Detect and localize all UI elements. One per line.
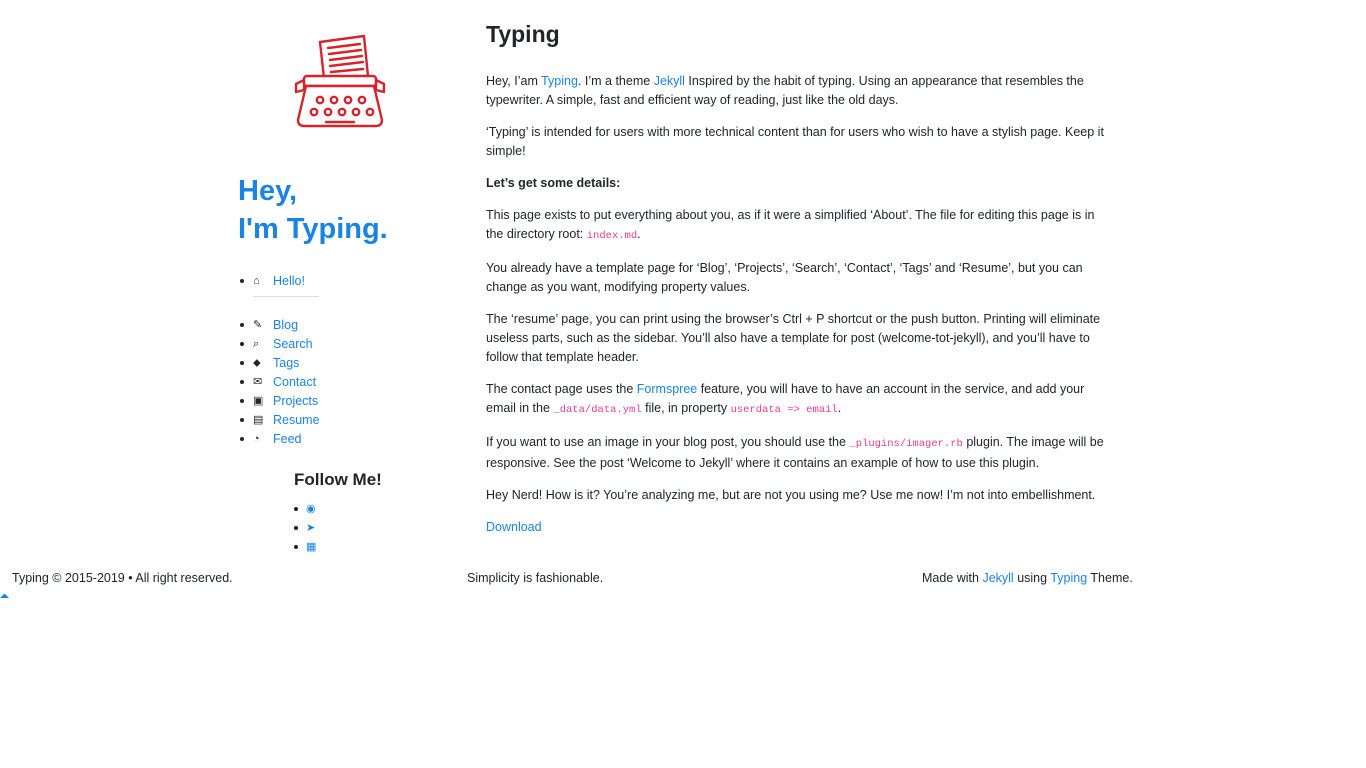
jekyll-link[interactable]: Jekyll [654,74,685,88]
home-icon: ⌂ [253,275,260,287]
footer-credits: Made with Jekyll using Typing Theme. [922,570,1133,587]
intro-paragraph: Hey, I’am Typing. I’m a theme Jekyll Ins… [486,72,1108,110]
formspree-link[interactable]: Formspree [637,382,697,396]
code-imager-rb: _plugins/imager.rb [849,438,963,450]
nav-item-projects[interactable]: ▣ Projects [238,392,444,411]
footer-tagline: Simplicity is fashionable. [467,571,604,585]
rss-icon: ◔ [253,433,260,445]
code-userdata-email: userdata => email [730,404,838,416]
typing-link[interactable]: Typing [541,74,578,88]
typewriter-logo-icon[interactable] [290,34,390,130]
details-heading: Let’s get some details: [486,174,1108,193]
text: file, in property [641,401,731,415]
briefcase-icon: ▣ [253,395,264,407]
follow-heading: Follow Me! [294,470,382,489]
templates-paragraph: You already have a template page for ‘Bl… [486,261,1083,294]
nav-link-contact[interactable]: Contact [273,375,316,389]
footer: Typing © 2015-2019 • All right reserved.… [0,570,1366,589]
nav-divider [253,296,319,297]
code-index-md: index.md [586,230,638,242]
text: This page exists to put everything about… [486,208,1095,241]
greeting-heading: Hey, I'm Typing. [238,172,388,248]
edit-icon: ✎ [253,319,263,331]
text: Theme. [1087,571,1133,585]
text: The contact page uses the [486,382,637,396]
purpose-paragraph: ‘Typing’ is intended for users with more… [486,125,1104,158]
image-paragraph: If you want to use an image in your blog… [486,433,1108,473]
nav-item-contact[interactable]: ✉ Contact [238,373,444,392]
social-links: ◉ ➤ ▦ [238,499,316,556]
about-paragraph: This page exists to put everything about… [486,206,1108,246]
text: . I’m a theme [577,74,654,88]
nav-item-search[interactable]: ⌕ Search [238,335,444,354]
social-item-github[interactable]: ◉ [238,499,316,518]
nav-link-tags[interactable]: Tags [273,356,299,370]
greeting-line2: I'm Typing. [238,213,388,245]
text: If you want to use an image in your blog… [486,435,850,449]
nav-item-hello[interactable]: ⌂ Hello! [238,272,444,291]
social-item-twitter[interactable]: ➤ [238,518,316,537]
nav-link-search[interactable]: Search [273,337,313,351]
code-data-yml: _data/data.yml [553,404,642,416]
download-paragraph: Download [486,518,1108,537]
nav-item-feed[interactable]: ◔ Feed [238,430,444,449]
resume-paragraph: The ‘resume’ page, you can print using t… [486,312,1101,364]
main-content: Typing Hey, I’am Typing. I’m a theme Jek… [486,18,1108,550]
text: Made with [922,571,983,585]
greeting-line1: Hey, [238,175,298,207]
text: Hey, I’am [486,74,542,88]
text: using [1013,571,1051,585]
nav-link-feed[interactable]: Feed [273,432,302,446]
sidebar-nav: ⌂ Hello! ✎ Blog ⌕ Search ⬥ Tags ✉ Contac… [238,272,444,449]
nerd-paragraph: Hey Nerd! How is it? You’re analyzing me… [486,488,1096,502]
nav-item-blog[interactable]: ✎ Blog [238,316,444,335]
back-to-top-icon[interactable] [0,592,9,600]
footer-jekyll-link[interactable]: Jekyll [982,571,1013,585]
page-title: Typing [486,21,560,47]
text: . [837,401,842,415]
search-icon: ⌕ [253,338,260,350]
nav-link-resume[interactable]: Resume [273,413,320,427]
nav-link-projects[interactable]: Projects [273,394,318,408]
text: . [637,227,641,241]
details-heading-text: Let’s get some details: [486,176,621,190]
nav-link-hello[interactable]: Hello! [273,274,305,288]
twitter-icon[interactable]: ➤ [306,522,315,534]
file-icon: ▤ [253,414,264,426]
linkedin-icon[interactable]: ▦ [306,541,316,553]
download-link[interactable]: Download [486,520,542,534]
footer-copyright: Typing © 2015-2019 • All right reserved. [12,571,233,585]
footer-typing-link[interactable]: Typing [1050,571,1087,585]
envelope-icon: ✉ [253,376,263,388]
tags-icon: ⬥ [253,357,261,369]
nav-item-resume[interactable]: ▤ Resume [238,411,444,430]
github-icon[interactable]: ◉ [306,503,316,515]
social-item-linkedin[interactable]: ▦ [238,537,316,556]
nav-link-blog[interactable]: Blog [273,318,298,332]
contact-paragraph: The contact page uses the Formspree feat… [486,380,1108,420]
nav-item-tags[interactable]: ⬥ Tags [238,354,444,373]
